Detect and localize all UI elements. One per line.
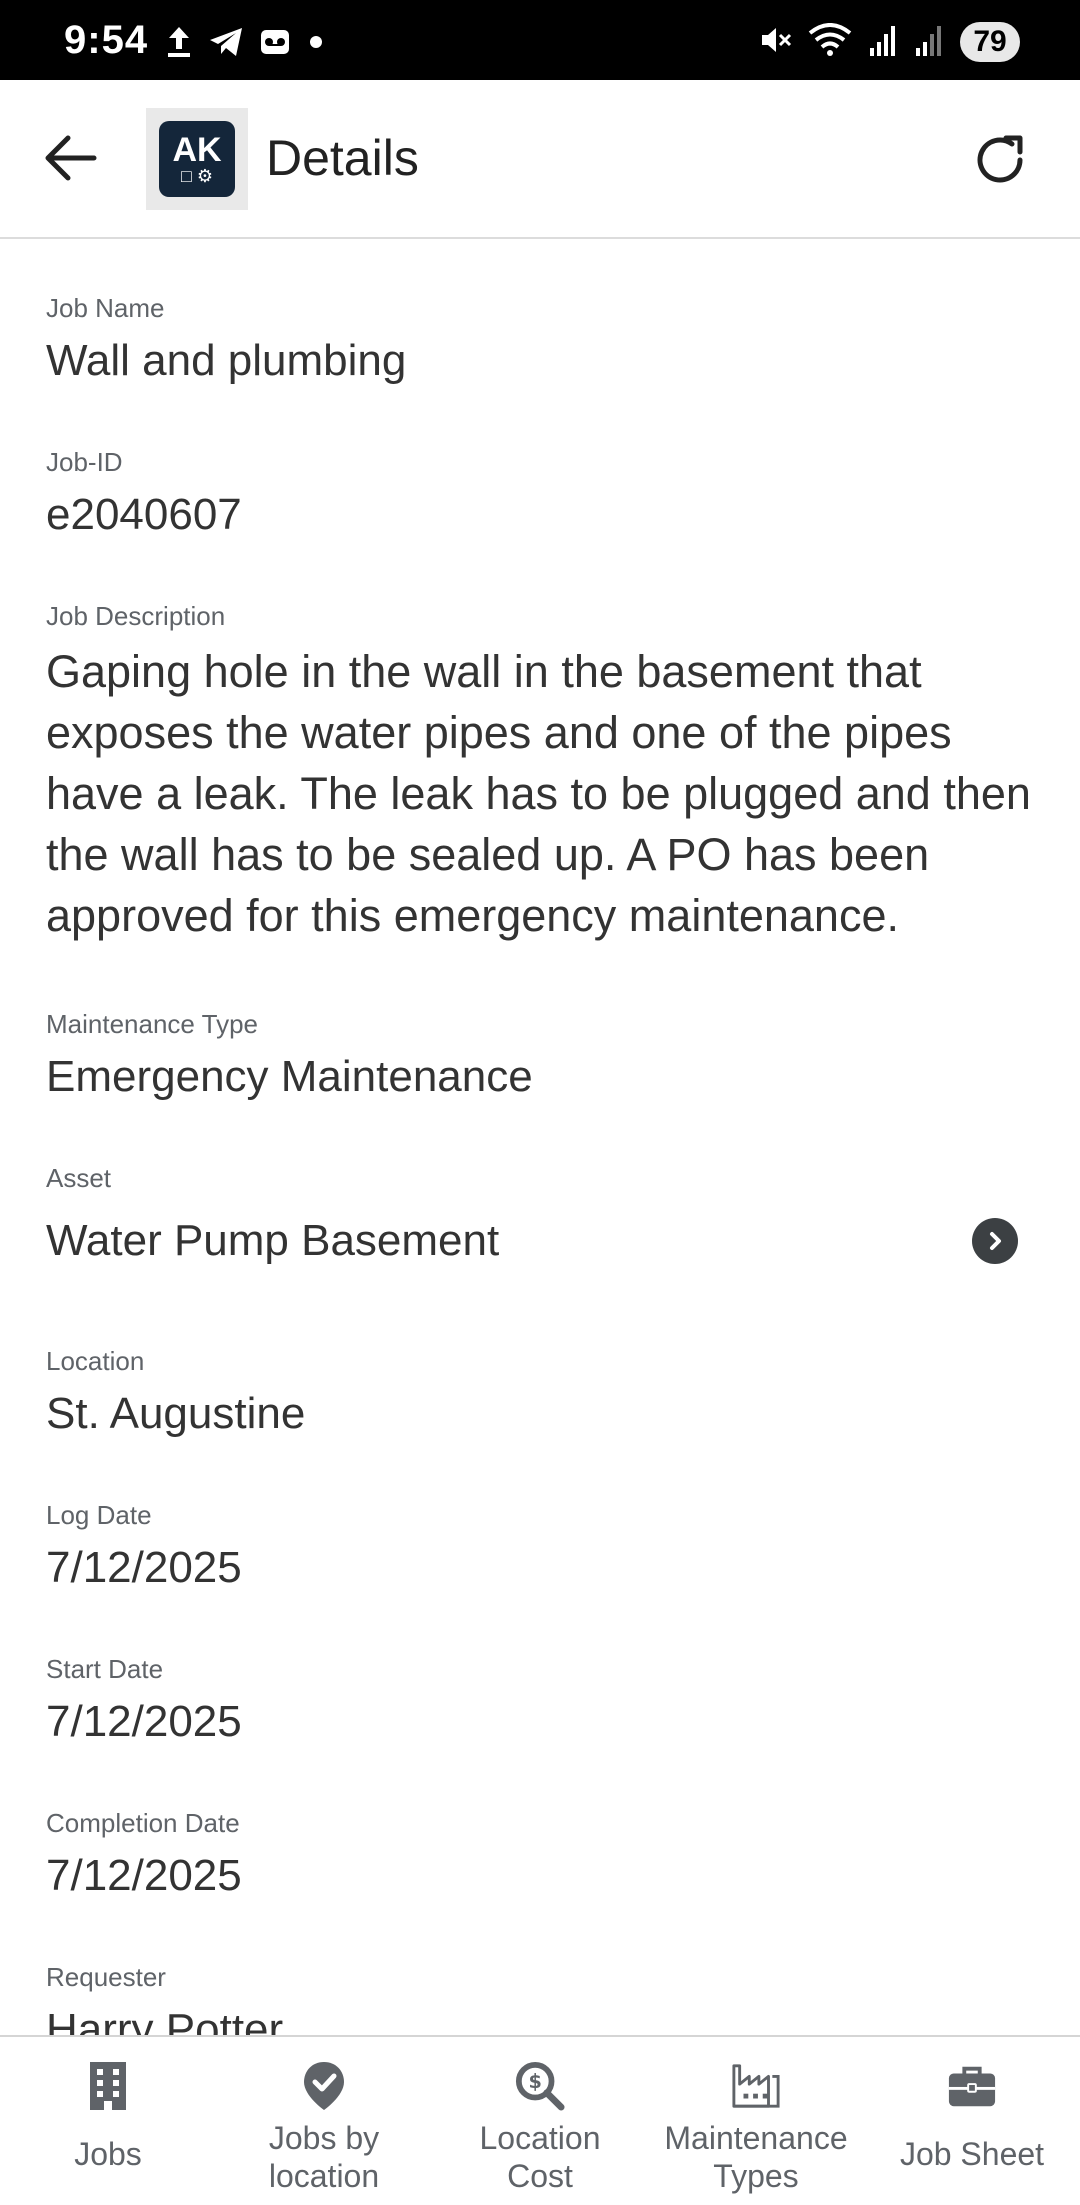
app-logo-text: AK	[172, 131, 222, 169]
voicemail-icon	[260, 28, 290, 61]
signal-icon	[914, 24, 944, 61]
status-time: 9:54	[64, 18, 149, 62]
job-name-label: Job Name	[46, 293, 165, 323]
log-date-label: Log Date	[46, 1500, 152, 1530]
nav-item-jobs-by-location[interactable]: Jobs by location	[216, 2037, 432, 2205]
asset-value: Water Pump Basement	[46, 1216, 500, 1265]
location-label: Location	[46, 1346, 145, 1376]
log-date-field: Log Date 7/12/2025	[46, 1498, 1036, 1596]
telegram-icon	[208, 26, 244, 63]
upload-icon	[166, 25, 192, 64]
job-description-label: Job Description	[46, 601, 226, 631]
nav-item-location-cost[interactable]: $ Location Cost	[432, 2037, 648, 2205]
status-left-icons	[166, 24, 326, 64]
completion-date-label: Completion Date	[46, 1808, 240, 1838]
wifi-icon	[808, 22, 852, 62]
building-icon	[83, 2061, 133, 2111]
nav-label-location-cost: Location Cost	[479, 2120, 601, 2194]
back-button[interactable]	[36, 124, 104, 192]
status-bar: 9:54 79	[0, 0, 1080, 80]
requester-label: Requester	[46, 1962, 166, 1992]
factory-icon	[731, 2061, 781, 2111]
asset-row[interactable]: Water Pump Basement	[46, 1213, 1036, 1269]
search-dollar-icon: $	[515, 2061, 565, 2111]
status-right-icons: 79	[758, 20, 1020, 64]
gear-icon: □ ⚙	[180, 166, 213, 186]
dot-icon	[306, 32, 326, 57]
job-id-field: Job-ID e2040607	[46, 445, 1036, 543]
maintenance-type-label: Maintenance Type	[46, 1009, 258, 1039]
svg-text:$: $	[529, 2070, 542, 2093]
nav-label-jobs: Jobs	[74, 2136, 142, 2172]
chevron-right-icon[interactable]	[972, 1218, 1018, 1264]
nav-label-jobs-by-location: Jobs by location	[268, 2120, 380, 2194]
app-logo-badge: AK □ ⚙	[159, 121, 235, 197]
location-check-icon	[299, 2061, 349, 2111]
nav-label-job-sheet: Job Sheet	[899, 2136, 1045, 2172]
nav-label-maintenance-types: Maintenance Types	[664, 2120, 848, 2194]
location-value: St. Augustine	[46, 1389, 306, 1438]
app-bar: AK □ ⚙ Details	[0, 80, 1080, 239]
log-date-value: 7/12/2025	[46, 1543, 242, 1592]
job-name-value: Wall and plumbing	[46, 336, 407, 385]
start-date-value: 7/12/2025	[46, 1697, 242, 1746]
battery-indicator: 79	[960, 22, 1020, 62]
job-id-label: Job-ID	[46, 447, 123, 477]
nav-item-job-sheet[interactable]: Job Sheet	[864, 2037, 1080, 2205]
app-logo: AK □ ⚙	[146, 108, 248, 210]
mute-icon	[758, 23, 792, 62]
location-field: Location St. Augustine	[46, 1344, 1036, 1442]
completion-date-field: Completion Date 7/12/2025	[46, 1806, 1036, 1904]
maintenance-type-field: Maintenance Type Emergency Maintenance	[46, 1007, 1036, 1105]
asset-label: Asset	[46, 1163, 112, 1193]
job-id-value: e2040607	[46, 490, 242, 539]
refresh-icon	[977, 135, 1023, 183]
completion-date-value: 7/12/2025	[46, 1851, 242, 1900]
start-date-field: Start Date 7/12/2025	[46, 1652, 1036, 1750]
refresh-button[interactable]	[964, 124, 1036, 196]
start-date-label: Start Date	[46, 1654, 164, 1684]
job-description-field: Job Description Gaping hole in the wall …	[46, 599, 1036, 946]
signal-icon	[868, 24, 898, 61]
job-name-field: Job Name Wall and plumbing	[46, 291, 1036, 389]
asset-field[interactable]: Asset Water Pump Basement	[46, 1161, 1036, 1269]
details-content[interactable]: Job Name Wall and plumbing Job-ID e20406…	[0, 241, 1080, 2035]
bottom-nav: Jobs Jobs by location $ Location Cost Ma…	[0, 2035, 1080, 2205]
nav-item-maintenance-types[interactable]: Maintenance Types	[648, 2037, 864, 2205]
job-description-value: Gaping hole in the wall in the basement …	[46, 646, 1031, 941]
requester-field: Requester Harry Potter	[46, 1960, 1036, 2035]
arrow-left-icon	[45, 135, 97, 181]
nav-item-jobs[interactable]: Jobs	[0, 2037, 216, 2205]
requester-value: Harry Potter	[46, 2005, 284, 2035]
briefcase-icon	[947, 2061, 997, 2111]
page-title: Details	[266, 130, 419, 186]
maintenance-type-value: Emergency Maintenance	[46, 1052, 533, 1101]
